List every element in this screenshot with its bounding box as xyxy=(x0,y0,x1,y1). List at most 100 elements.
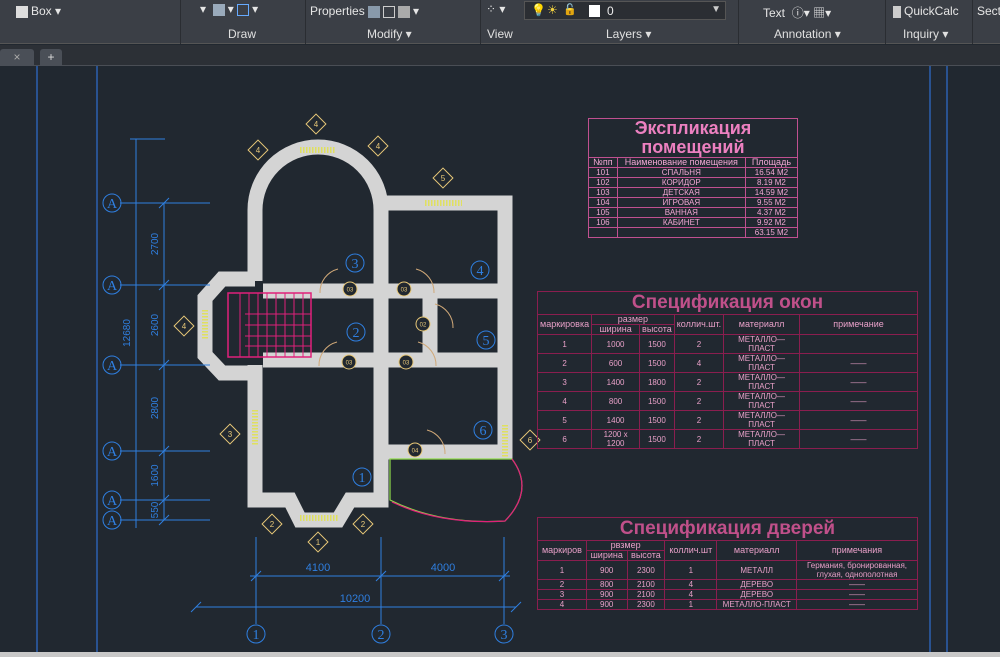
col-header: размер xyxy=(591,314,675,325)
quickcalc-button[interactable]: QuickCalc xyxy=(893,4,959,18)
table-cell: 2300 xyxy=(626,599,666,610)
table-cell: 63.15 М2 xyxy=(744,227,799,238)
table-cell: 2100 xyxy=(626,579,666,590)
axis-label: A xyxy=(107,197,118,212)
col-header: рвзмер xyxy=(585,540,666,551)
table-cell: 1500 xyxy=(639,410,675,430)
table-cell: —— xyxy=(796,579,918,590)
table-cell: 1 xyxy=(536,334,593,354)
table-cell: 2 xyxy=(673,334,725,354)
table-cell: 4.37 М2 xyxy=(744,207,799,218)
table-row: 5 1400 1500 2 МЕТАЛЛО—ПЛАСТ —— xyxy=(536,410,918,430)
table-cell: 9.55 М2 xyxy=(744,197,799,208)
table-cell: 4 xyxy=(664,589,718,600)
axis-label: A xyxy=(107,359,118,374)
col-header: материалл xyxy=(723,314,800,335)
chevron-down-icon: ▼ xyxy=(711,4,721,15)
window-marker-label: 4 xyxy=(376,142,381,151)
section-button[interactable]: Sect xyxy=(977,4,1000,18)
box-button[interactable]: Box ▾ xyxy=(16,4,61,18)
table-cell: 101 xyxy=(588,167,618,178)
table-cell: 2 xyxy=(673,410,725,430)
table-cell: —— xyxy=(796,589,918,600)
table-cell xyxy=(588,227,618,238)
table-cell: МЕТАЛЛО—ПЛАСТ xyxy=(723,334,800,354)
table-row: 2 800 2100 4 ДЕРЕВО —— xyxy=(537,579,918,590)
table-cell: 2300 xyxy=(626,560,666,580)
table-cell: 1200 x 1200 xyxy=(591,429,641,449)
table-row: 102 КОРИДОР 8.19 М2 xyxy=(588,177,799,188)
boundary-icon xyxy=(237,3,250,16)
table-cell: 4 xyxy=(536,391,593,411)
panel-layers[interactable]: Layers ▾ xyxy=(606,27,651,41)
explication-table: Экспликация помещений №пп Наименование по… xyxy=(588,118,799,238)
table-row: 105 ВАННАЯ 4.37 М2 xyxy=(588,207,799,218)
dim-value-total: 10200 xyxy=(340,593,371,605)
col-header: высота xyxy=(639,324,675,335)
door-tag-label: 04 xyxy=(412,449,419,455)
table-cell: МЕТАЛЛО—ПЛАСТ xyxy=(723,410,800,430)
table-row: 6 1200 x 1200 1500 2 МЕТАЛЛО—ПЛАСТ —— xyxy=(536,429,918,449)
table-cell: ВАННАЯ xyxy=(616,207,746,218)
axis-label: 2 xyxy=(378,628,385,643)
window-marker-label: 4 xyxy=(182,322,187,331)
dim-value: 550 xyxy=(150,501,161,518)
sun-icon: ☀ xyxy=(547,3,558,17)
table-cell: 800 xyxy=(591,391,641,411)
new-tab-button[interactable]: + xyxy=(40,49,62,66)
panel-draw[interactable]: Draw xyxy=(228,27,256,41)
doors-spec-table: Спецификация дверей маркиров рвзмер коллич… xyxy=(537,517,918,610)
drawing-canvas[interactable]: 03 03 03 03 02 04 4 4 4 5 4 3 6 2 2 1 1 2 3 4 5 6 A A A A A A 2700 26… xyxy=(0,66,1000,652)
leader-icon: ⓘ xyxy=(791,6,804,20)
doors-title: Спецификация дверей xyxy=(537,517,918,541)
layer-dropdown[interactable]: 💡 ☀ 🔓 0 ▼ xyxy=(524,1,726,20)
col-header: материалл xyxy=(716,540,797,561)
match-icon xyxy=(368,5,381,18)
draw-tools[interactable]: ▾ ▾ ▾ xyxy=(200,2,258,16)
table-cell: 3 xyxy=(536,372,593,392)
table-cell: 104 xyxy=(588,197,618,208)
panel-modify[interactable]: Modify ▾ xyxy=(367,27,412,41)
door-tag-label: 02 xyxy=(420,323,427,329)
table-cell: —— xyxy=(799,372,918,392)
table-cell: 2 xyxy=(673,429,725,449)
panel-annotation[interactable]: Annotation ▾ xyxy=(774,27,841,41)
table-row: 104 ИГРОВАЯ 9.55 М2 xyxy=(588,197,799,208)
table-cell: МЕТАЛЛО—ПЛАСТ xyxy=(723,429,800,449)
table-cell: ДЕТСКАЯ xyxy=(616,187,746,198)
table-cell xyxy=(616,227,746,238)
table-cell: 1 xyxy=(664,560,718,580)
table-cell: МЕТАЛЛО-ПЛАСТ xyxy=(716,599,797,610)
door-tag-label: 03 xyxy=(346,361,353,367)
table-cell: 6 xyxy=(536,429,593,449)
drawing-tab[interactable]: × xyxy=(0,49,34,66)
window-marker-label: 2 xyxy=(361,520,366,529)
col-header: ширина xyxy=(585,550,628,561)
col-header: №пп xyxy=(588,157,618,168)
table-row: 1 900 2300 1 МЕТАЛЛ Германия, бронированная, … xyxy=(537,560,918,580)
text-button[interactable]: Text ⓘ▾ ▦▾ xyxy=(763,4,831,21)
table-cell: 900 xyxy=(585,599,628,610)
table-cell: МЕТАЛЛО—ПЛАСТ xyxy=(723,372,800,392)
table-cell: МЕТАЛЛО—ПЛАСТ xyxy=(723,353,800,373)
table-row: 3 900 2100 4 ДЕРЕВО —— xyxy=(537,589,918,600)
table-row: 101 СПАЛЬНЯ 16.54 М2 xyxy=(588,167,799,178)
table-cell: МЕТАЛЛО—ПЛАСТ xyxy=(723,391,800,411)
room-number: 2 xyxy=(353,326,360,341)
close-icon[interactable]: × xyxy=(13,50,20,64)
table-cell: 1400 xyxy=(591,410,641,430)
panel-inquiry[interactable]: Inquiry ▾ xyxy=(903,27,948,41)
table-cell: ДЕРЕВО xyxy=(716,579,797,590)
dim-value: 2700 xyxy=(150,232,161,255)
col-header: высота xyxy=(626,550,666,561)
properties-button[interactable]: Properties ▾ xyxy=(310,4,419,18)
status-strip xyxy=(0,652,1000,657)
table-cell: 102 xyxy=(588,177,618,188)
table-cell: 1000 xyxy=(591,334,641,354)
dim-value: 4100 xyxy=(306,562,330,574)
panel-view[interactable]: View xyxy=(487,27,513,41)
room-number: 1 xyxy=(359,471,366,486)
balcony xyxy=(389,458,523,523)
view-button[interactable]: ⁘ ▾ xyxy=(486,2,505,16)
dim-value: 2800 xyxy=(150,396,161,419)
